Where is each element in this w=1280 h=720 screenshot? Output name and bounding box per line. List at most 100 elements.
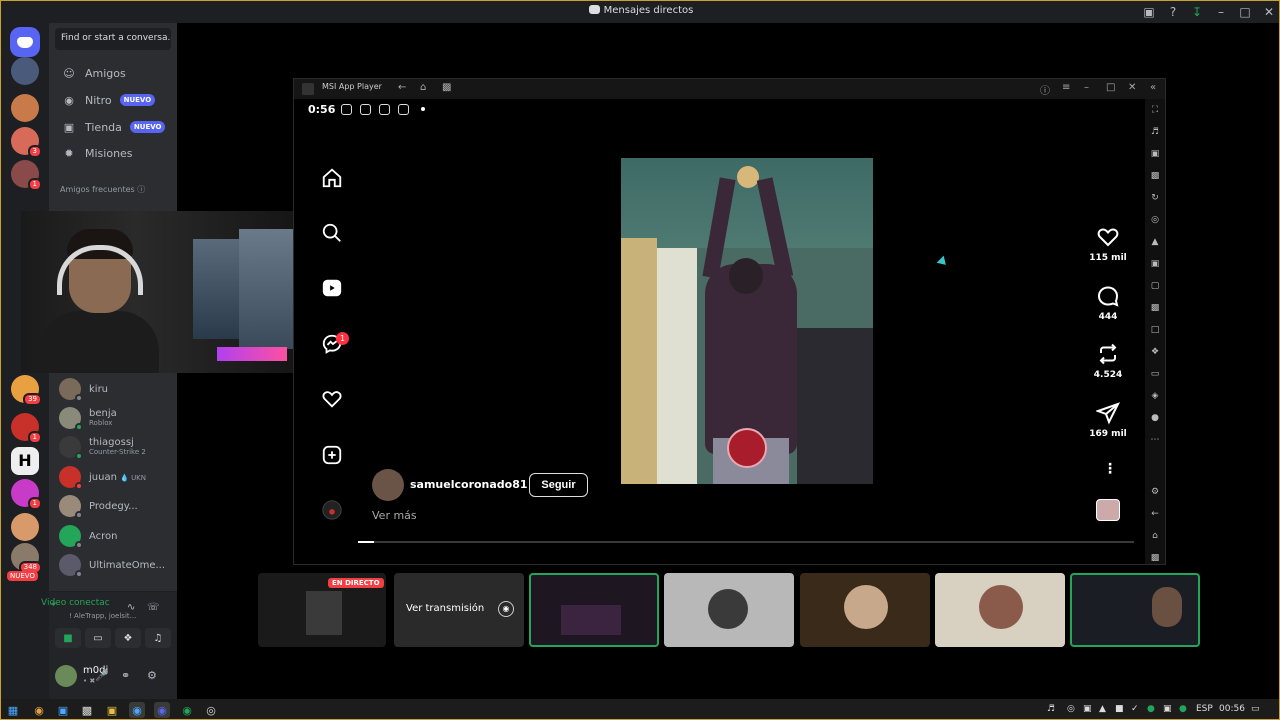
comment-action[interactable]: 444 — [1085, 284, 1131, 322]
dm-item[interactable]: benja Roblox — [59, 405, 175, 431]
screenshot-icon[interactable]: ▣ — [1149, 149, 1161, 159]
help-icon[interactable]: ⓘ — [1040, 82, 1050, 97]
more-tools-icon[interactable]: ⋯ — [1149, 435, 1161, 445]
multitask-icon[interactable]: ▩ — [442, 82, 451, 93]
minimize-button[interactable]: – — [1084, 82, 1089, 93]
fullscreen-icon[interactable]: ⛶ — [1149, 105, 1161, 115]
stream-tile[interactable] — [800, 573, 930, 647]
discord-home-button[interactable] — [10, 27, 40, 57]
volume-tray-icon[interactable]: ♬ — [1047, 704, 1055, 714]
restore-button[interactable]: □ — [1106, 82, 1115, 93]
language-indicator[interactable]: ESP — [1196, 704, 1213, 714]
spotify-tray-icon[interactable]: ● — [1147, 704, 1155, 714]
server-icon[interactable] — [11, 94, 39, 122]
light-icon[interactable]: ● — [1149, 413, 1161, 423]
tray-icon[interactable]: ✓ — [1131, 704, 1139, 714]
nav-item-quests[interactable]: ✹ Misiones — [55, 142, 173, 164]
browser-icon[interactable]: ◉ — [31, 702, 47, 718]
tray-icon[interactable]: ▲ — [1099, 704, 1106, 714]
see-more-link[interactable]: Ver más — [372, 509, 417, 522]
watch-stream-label[interactable]: Ver transmisión — [406, 603, 484, 614]
screen-share-button[interactable]: ▭ — [85, 628, 111, 648]
user-avatar[interactable] — [55, 665, 77, 687]
tray-icon[interactable]: ◎ — [1067, 704, 1075, 714]
dm-item[interactable]: kiru — [59, 376, 175, 402]
repost-action[interactable]: 4.524 — [1085, 342, 1131, 380]
sync-icon[interactable]: ▭ — [1149, 369, 1161, 379]
file-explorer-icon[interactable]: ▣ — [104, 702, 120, 718]
rotate-icon[interactable]: ↻ — [1149, 193, 1161, 203]
server-icon[interactable]: 348 — [11, 543, 42, 574]
server-icon[interactable] — [11, 513, 39, 541]
headphones-icon[interactable]: ⚭ — [121, 669, 130, 682]
profile-nav-icon[interactable] — [320, 498, 344, 522]
clock[interactable]: 00:56 — [1219, 704, 1245, 714]
app-icon[interactable]: ▩ — [79, 702, 95, 718]
stream-tile[interactable] — [1070, 573, 1200, 647]
back-icon[interactable]: ← — [398, 82, 406, 93]
download-icon[interactable]: ↧ — [1185, 1, 1209, 23]
watch-stream-icon[interactable]: ◉ — [498, 601, 514, 617]
obs-icon[interactable]: ◎ — [203, 702, 219, 718]
discord-taskbar-icon[interactable]: ◉ — [154, 702, 170, 718]
settings-gear-icon[interactable]: ⚙ — [1149, 487, 1161, 497]
keyboard-icon[interactable]: ▩ — [1149, 171, 1161, 181]
capture-icon[interactable]: ▢ — [1149, 281, 1161, 291]
minimize-button[interactable]: – — [1209, 1, 1233, 23]
activity-nav-icon[interactable] — [320, 387, 344, 411]
server-icon[interactable]: 1 — [11, 479, 42, 510]
stream-tile[interactable] — [664, 573, 794, 647]
home-icon[interactable]: ⌂ — [420, 82, 426, 93]
video-progress-bar[interactable] — [358, 541, 1134, 543]
folder-icon[interactable]: □ — [1149, 325, 1161, 335]
create-nav-icon[interactable] — [320, 443, 344, 467]
volume-icon[interactable]: ♬ — [1149, 127, 1161, 137]
location-icon[interactable]: ◎ — [1149, 215, 1161, 225]
follow-button[interactable]: Seguir — [529, 473, 588, 497]
server-icon[interactable]: 1 — [11, 160, 42, 191]
disconnect-icon[interactable]: ☏ — [147, 602, 160, 613]
menu-icon[interactable]: ≡ — [1062, 82, 1070, 93]
tray-icon[interactable]: ■ — [1115, 704, 1124, 714]
nav-item-friends[interactable]: ☺ Amigos — [55, 62, 173, 84]
shake-icon[interactable]: ❖ — [1149, 347, 1161, 357]
tray-icon[interactable]: ▣ — [1083, 704, 1092, 714]
help-icon[interactable]: ? — [1161, 1, 1185, 23]
tray-icon[interactable]: ● — [1179, 704, 1187, 714]
like-action[interactable]: 115 mil — [1085, 225, 1131, 263]
author-avatar[interactable] — [372, 469, 404, 501]
gamepad-icon[interactable]: ▲ — [1149, 237, 1161, 247]
dm-item[interactable]: thiagossj Counter-Strike 2 — [59, 434, 175, 460]
settings-gear-icon[interactable]: ⚙ — [147, 669, 157, 682]
android-back-icon[interactable]: ← — [1149, 509, 1161, 519]
search-nav-icon[interactable] — [320, 221, 344, 245]
app-icon[interactable]: ▣ — [55, 702, 71, 718]
nav-item-shop[interactable]: ▣ Tienda NUEVO — [55, 116, 173, 138]
android-home-icon[interactable]: ⌂ — [1149, 531, 1161, 541]
close-button[interactable]: ✕ — [1128, 82, 1136, 93]
server-icon[interactable]: 3 — [11, 127, 42, 158]
camera-button[interactable]: ■ — [55, 628, 81, 648]
stream-tile[interactable]: EN DIRECTO — [258, 573, 386, 647]
multi-instance-icon[interactable]: ▩ — [1149, 303, 1161, 313]
start-menu-icon[interactable]: ▦ — [5, 702, 21, 718]
reels-nav-icon[interactable] — [320, 276, 344, 300]
voice-channel[interactable]: ! AleTrapp, joelsit... — [69, 612, 136, 620]
android-recents-icon[interactable]: ▩ — [1149, 553, 1161, 563]
voice-status[interactable]: Video conectac — [41, 598, 110, 608]
stream-tile[interactable]: Ver transmisión ◉ — [394, 573, 524, 647]
stream-tile[interactable] — [529, 573, 659, 647]
reel-video[interactable] — [621, 158, 873, 484]
home-nav-icon[interactable] — [320, 166, 344, 190]
server-icon[interactable]: H — [11, 447, 39, 475]
dm-item[interactable]: UltimateOme... — [59, 552, 175, 578]
inbox-icon[interactable]: ▣ — [1137, 1, 1161, 23]
search-input[interactable]: Find or start a conversa... — [55, 28, 171, 50]
nav-item-nitro[interactable]: ◉ Nitro NUEVO — [55, 89, 173, 111]
dm-item[interactable]: Acron — [59, 523, 175, 549]
audio-thumbnail[interactable] — [1096, 499, 1120, 521]
noise-suppression-icon[interactable]: ∿ — [127, 602, 135, 613]
close-button[interactable]: ✕ — [1257, 1, 1279, 23]
maximize-button[interactable]: □ — [1233, 1, 1257, 23]
spotify-icon[interactable]: ◉ — [179, 702, 195, 718]
